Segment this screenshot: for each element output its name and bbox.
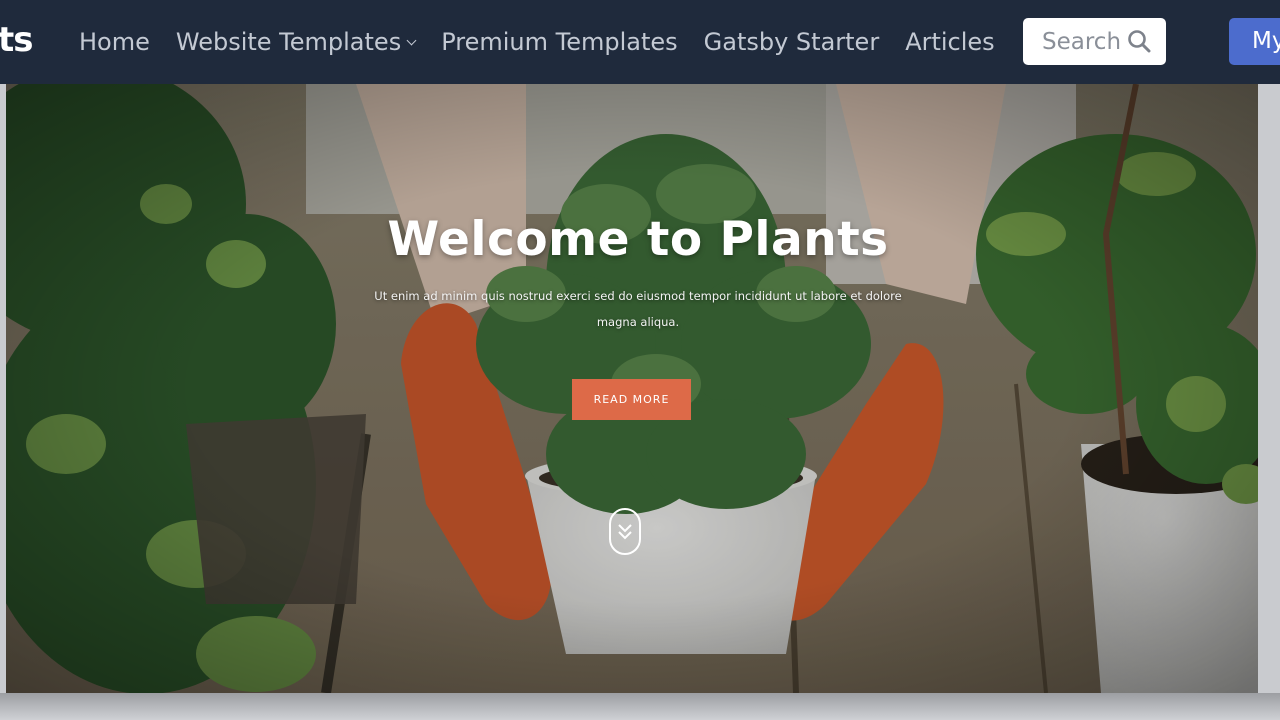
brand-logo[interactable]: ts bbox=[0, 18, 33, 62]
search-input[interactable] bbox=[1023, 18, 1142, 65]
main-nav: Home Website Templates Premium Templates… bbox=[66, 0, 1008, 84]
search-icon[interactable] bbox=[1126, 28, 1152, 54]
hero-subtitle: Ut enim ad minim quis nostrud exerci sed… bbox=[374, 289, 902, 329]
chevrons-down-icon bbox=[618, 524, 632, 540]
nav-item-home[interactable]: Home bbox=[66, 28, 163, 56]
nav-item-label: Website Templates bbox=[175, 28, 402, 56]
nav-item-articles[interactable]: Articles bbox=[892, 28, 1008, 56]
account-button[interactable]: My bbox=[1229, 18, 1280, 65]
hero-section: Welcome to Plants Ut enim ad minim quis … bbox=[6, 84, 1258, 693]
read-more-button[interactable]: READ MORE bbox=[572, 379, 691, 420]
search-box bbox=[1023, 18, 1166, 65]
hero-bottom-shadow bbox=[0, 693, 1280, 720]
chevron-down-icon bbox=[406, 35, 417, 45]
hero-title: Welcome to Plants bbox=[387, 212, 889, 267]
top-navbar: ts Home Website Templates Premium Templa… bbox=[0, 0, 1280, 84]
nav-item-premium-templates[interactable]: Premium Templates bbox=[428, 28, 690, 56]
nav-item-label: Premium Templates bbox=[441, 28, 678, 56]
nav-item-label: Gatsby Starter bbox=[703, 28, 880, 56]
nav-item-label: Articles bbox=[905, 28, 995, 56]
nav-item-label: Home bbox=[79, 28, 150, 56]
nav-item-website-templates[interactable]: Website Templates bbox=[163, 28, 428, 56]
scroll-down-button[interactable] bbox=[609, 508, 641, 555]
nav-item-gatsby-starter[interactable]: Gatsby Starter bbox=[691, 28, 893, 56]
